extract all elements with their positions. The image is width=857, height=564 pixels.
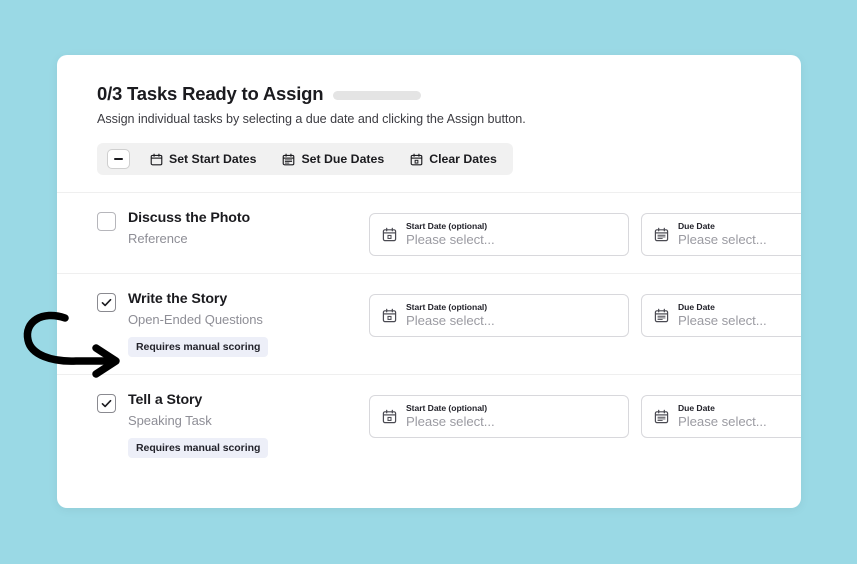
set-due-dates-label: Set Due Dates bbox=[301, 152, 385, 166]
calendar-icon bbox=[654, 227, 669, 242]
due-date-placeholder: Please select... bbox=[678, 232, 767, 248]
check-icon bbox=[100, 296, 113, 309]
start-date-field[interactable]: Start Date (optional) Please select... bbox=[369, 213, 629, 256]
set-due-dates-button[interactable]: Set Due Dates bbox=[276, 150, 390, 168]
calendar-icon bbox=[382, 308, 397, 323]
loading-skeleton-pill bbox=[333, 91, 422, 100]
due-date-field[interactable]: Due Date Please select... bbox=[641, 394, 801, 438]
task-text-block: Discuss the Photo Reference bbox=[128, 210, 250, 246]
calendar-due-icon bbox=[282, 153, 295, 166]
task-subtitle: Open-Ended Questions bbox=[128, 311, 263, 327]
task-subtitle: Speaking Task bbox=[128, 412, 212, 428]
set-start-dates-button[interactable]: Set Start Dates bbox=[144, 150, 262, 168]
task-checkbox[interactable] bbox=[97, 393, 116, 413]
clear-dates-button[interactable]: Clear Dates bbox=[404, 150, 503, 168]
status-badge: Requires manual scoring bbox=[128, 437, 269, 458]
start-date-label: Start Date (optional) bbox=[406, 221, 488, 232]
task-checkbox[interactable] bbox=[97, 212, 116, 231]
task-date-fields: Start Date (optional) Please select... D… bbox=[369, 392, 801, 438]
start-date-placeholder: Please select... bbox=[406, 414, 495, 430]
due-date-text: Due Date Please select... bbox=[678, 403, 767, 430]
assign-tasks-card: 0/3 Tasks Ready to Assign Assign individ… bbox=[57, 55, 801, 508]
collapse-toggle-button[interactable] bbox=[107, 149, 130, 169]
start-date-field[interactable]: Start Date (optional) Please select... bbox=[369, 294, 629, 337]
table-row: Tell a Story Speaking Task Requires manu… bbox=[97, 375, 801, 475]
card-header: 0/3 Tasks Ready to Assign bbox=[97, 83, 801, 105]
task-date-fields: Start Date (optional) Please select... D… bbox=[369, 210, 801, 256]
calendar-clear-icon bbox=[410, 153, 423, 166]
due-date-field[interactable]: Due Date Please select... bbox=[641, 294, 801, 337]
task-info: Tell a Story Speaking Task Requires manu… bbox=[97, 392, 369, 458]
start-date-placeholder: Please select... bbox=[406, 313, 495, 329]
task-subtitle: Reference bbox=[128, 230, 188, 246]
start-date-text: Start Date (optional) Please select... bbox=[406, 302, 495, 329]
calendar-start-icon bbox=[150, 153, 163, 166]
clear-dates-label: Clear Dates bbox=[429, 152, 497, 166]
task-title: Tell a Story bbox=[128, 391, 203, 408]
calendar-icon bbox=[382, 409, 397, 424]
check-icon bbox=[100, 397, 113, 410]
start-date-text: Start Date (optional) Please select... bbox=[406, 221, 495, 248]
calendar-icon bbox=[382, 227, 397, 242]
due-date-label: Due Date bbox=[678, 302, 715, 313]
task-date-fields: Start Date (optional) Please select... D… bbox=[369, 291, 801, 337]
status-badge: Requires manual scoring bbox=[128, 336, 269, 357]
start-date-placeholder: Please select... bbox=[406, 232, 495, 248]
card-content: 0/3 Tasks Ready to Assign Assign individ… bbox=[57, 55, 801, 475]
due-date-placeholder: Please select... bbox=[678, 313, 767, 329]
task-checkbox[interactable] bbox=[97, 293, 116, 312]
due-date-label: Due Date bbox=[678, 221, 715, 232]
page-title: 0/3 Tasks Ready to Assign bbox=[97, 83, 324, 104]
calendar-icon bbox=[654, 409, 669, 424]
due-date-text: Due Date Please select... bbox=[678, 221, 767, 248]
task-info: Discuss the Photo Reference bbox=[97, 210, 369, 246]
start-date-label: Start Date (optional) bbox=[406, 402, 488, 413]
task-text-block: Tell a Story Speaking Task Requires manu… bbox=[128, 391, 269, 458]
task-title: Discuss the Photo bbox=[128, 210, 251, 226]
task-title: Write the Story bbox=[128, 291, 228, 307]
due-date-label: Due Date bbox=[678, 402, 715, 413]
due-date-field[interactable]: Due Date Please select... bbox=[641, 213, 801, 256]
due-date-placeholder: Please select... bbox=[678, 414, 767, 430]
start-date-label: Start Date (optional) bbox=[406, 302, 488, 313]
start-date-field[interactable]: Start Date (optional) Please select... bbox=[369, 394, 629, 438]
start-date-text: Start Date (optional) Please select... bbox=[406, 403, 495, 430]
set-start-dates-label: Set Start Dates bbox=[169, 152, 257, 166]
table-row: Discuss the Photo Reference Start Date (… bbox=[97, 193, 801, 273]
minus-icon bbox=[114, 157, 123, 161]
calendar-icon bbox=[654, 308, 669, 323]
bulk-dates-toolbar: Set Start Dates Set Due Dates Clear Date… bbox=[97, 143, 513, 175]
page-subtitle: Assign individual tasks by selecting a d… bbox=[97, 112, 526, 126]
task-info: Write the Story Open-Ended Questions Req… bbox=[97, 291, 369, 357]
table-row: Write the Story Open-Ended Questions Req… bbox=[97, 274, 801, 374]
due-date-text: Due Date Please select... bbox=[678, 302, 767, 329]
task-text-block: Write the Story Open-Ended Questions Req… bbox=[128, 291, 269, 357]
screenshot-stage: 0/3 Tasks Ready to Assign Assign individ… bbox=[0, 0, 857, 564]
